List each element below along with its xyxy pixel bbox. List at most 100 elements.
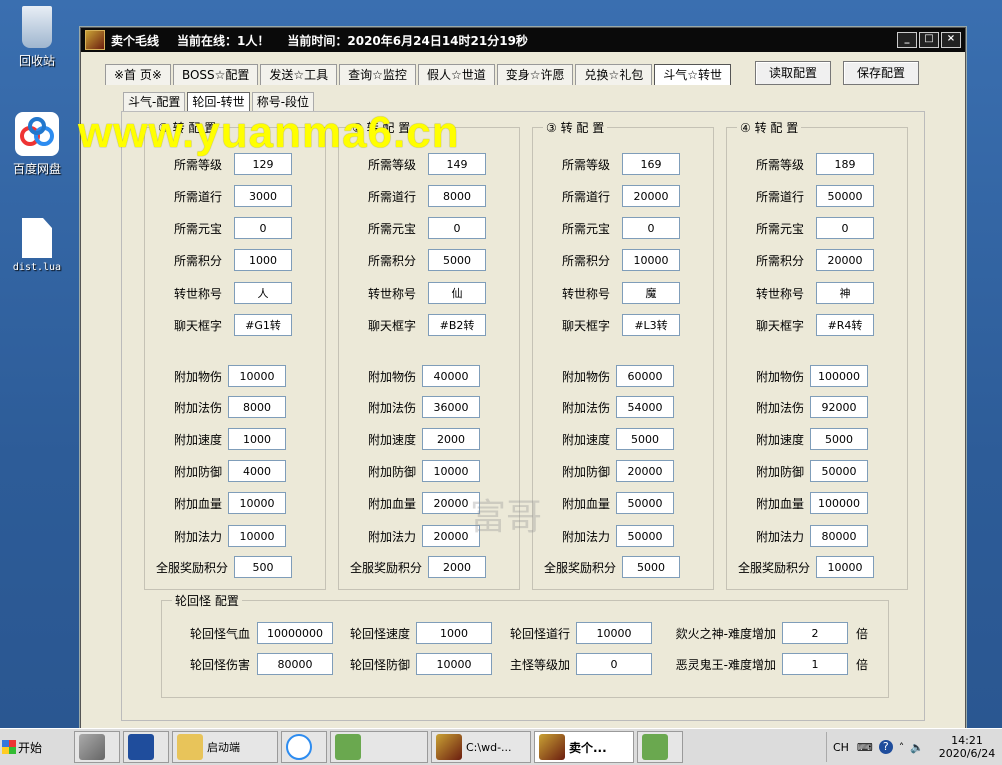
level-input[interactable]: 169 <box>622 153 680 175</box>
speed-input[interactable]: 5000 <box>810 428 868 450</box>
server-input[interactable]: 2000 <box>428 556 486 578</box>
mp-input[interactable]: 10000 <box>228 525 286 547</box>
mp-input[interactable]: 80000 <box>810 525 868 547</box>
tab-send-tools[interactable]: 发送☆工具 <box>260 64 338 85</box>
hp-input[interactable]: 50000 <box>616 492 674 514</box>
system-tray: CH ⌨ ? ˄ 🔈 14:21 2020/6/24 <box>825 732 1002 762</box>
score-input[interactable]: 5000 <box>428 249 486 271</box>
fire-god-difficulty-input[interactable]: 2 <box>782 622 848 644</box>
def-input[interactable]: 4000 <box>228 460 286 482</box>
yuanbao-input[interactable]: 0 <box>816 217 874 239</box>
title-input[interactable]: 仙 <box>428 282 486 304</box>
desktop-icon-dist-lua[interactable]: dist.lua <box>2 218 72 273</box>
def-input[interactable]: 50000 <box>810 460 868 482</box>
monster-hp-label: 轮回怪气血 <box>189 626 250 641</box>
read-config-button[interactable]: 读取配置 <box>755 61 831 85</box>
dao-input[interactable]: 8000 <box>428 185 486 207</box>
keyboard-icon[interactable]: ⌨ <box>857 741 873 754</box>
mag-label: 附加法伤 <box>367 400 416 415</box>
taskbar-server-manager[interactable] <box>74 731 120 763</box>
chat-input[interactable]: #G1转 <box>234 314 292 336</box>
mag-input[interactable]: 92000 <box>810 396 868 418</box>
title-bar[interactable]: 卖个毛线 当前在线：1人！ 当前时间：2020年6月24日14时21分19秒 _… <box>81 28 965 52</box>
monster-hp-input[interactable]: 10000000 <box>257 622 333 644</box>
dao-input[interactable]: 50000 <box>816 185 874 207</box>
phy-input[interactable]: 40000 <box>422 365 480 387</box>
yuanbao-input[interactable]: 0 <box>234 217 292 239</box>
taskbar-item-label: 启动端 <box>207 741 240 754</box>
server-input[interactable]: 10000 <box>816 556 874 578</box>
speed-label: 附加速度 <box>755 432 804 447</box>
expand-tray-icon[interactable]: ˄ <box>899 741 905 754</box>
clock[interactable]: 14:21 2020/6/24 <box>932 734 1002 760</box>
title-input[interactable]: 人 <box>234 282 292 304</box>
phy-input[interactable]: 10000 <box>228 365 286 387</box>
score-input[interactable]: 10000 <box>622 249 680 271</box>
def-input[interactable]: 20000 <box>616 460 674 482</box>
yuanbao-input[interactable]: 0 <box>428 217 486 239</box>
main-monster-level-input[interactable]: 0 <box>576 653 652 675</box>
taskbar-easy-lang[interactable] <box>330 731 428 763</box>
save-config-button[interactable]: 保存配置 <box>843 61 919 85</box>
monster-config-group: 轮回怪 配置 轮回怪气血 10000000 轮回怪速度 1000 轮回怪道行 1… <box>161 592 889 698</box>
tab-boss[interactable]: BOSS☆配置 <box>172 64 259 85</box>
tab-bot-world[interactable]: 假人☆世道 <box>417 64 495 85</box>
language-indicator[interactable]: CH <box>833 741 849 754</box>
group-title: ③ 转 配 置 <box>543 119 608 136</box>
mag-input[interactable]: 36000 <box>422 396 480 418</box>
chat-input[interactable]: #B2转 <box>428 314 486 336</box>
volume-icon[interactable]: 🔈 <box>910 741 924 754</box>
taskbar-active-window[interactable]: 卖个... <box>534 731 634 763</box>
score-input[interactable]: 1000 <box>234 249 292 271</box>
speed-input[interactable]: 5000 <box>616 428 674 450</box>
title-input[interactable]: 神 <box>816 282 874 304</box>
mag-input[interactable]: 8000 <box>228 396 286 418</box>
def-label: 附加防御 <box>173 464 222 479</box>
tab-exchange-gift[interactable]: 兑换☆礼包 <box>575 64 653 85</box>
tab-qi-rebirth[interactable]: 斗气☆转世 <box>654 64 731 85</box>
mag-input[interactable]: 54000 <box>616 396 674 418</box>
level-input[interactable]: 189 <box>816 153 874 175</box>
phy-input[interactable]: 60000 <box>616 365 674 387</box>
chat-input[interactable]: #R4转 <box>816 314 874 336</box>
server-input[interactable]: 5000 <box>622 556 680 578</box>
phy-input[interactable]: 100000 <box>810 365 868 387</box>
taskbar-powershell[interactable] <box>123 731 169 763</box>
mp-input[interactable]: 50000 <box>616 525 674 547</box>
monster-dao-input[interactable]: 10000 <box>576 622 652 644</box>
speed-input[interactable]: 1000 <box>228 428 286 450</box>
hp-input[interactable]: 100000 <box>810 492 868 514</box>
mag-label: 附加法伤 <box>755 400 804 415</box>
app-icon <box>85 30 105 50</box>
def-input[interactable]: 10000 <box>422 460 480 482</box>
monster-damage-input[interactable]: 80000 <box>257 653 333 675</box>
desktop-icon-recycle-bin[interactable]: 回收站 <box>2 6 72 69</box>
taskbar-baidu[interactable] <box>281 731 327 763</box>
tab-home[interactable]: ※首 页※ <box>105 64 171 85</box>
maximize-button[interactable]: □ <box>919 32 939 48</box>
taskbar-console[interactable]: C:\wd-... <box>431 731 531 763</box>
title-input[interactable]: 魔 <box>622 282 680 304</box>
dao-input[interactable]: 3000 <box>234 185 292 207</box>
desktop-icon-baidu-netdisk[interactable]: 百度网盘 <box>2 112 72 177</box>
monster-defense-input[interactable]: 10000 <box>416 653 492 675</box>
score-input[interactable]: 20000 <box>816 249 874 271</box>
taskbar-easy-lang-2[interactable] <box>637 731 683 763</box>
score-label: 所需积分 <box>561 253 610 268</box>
minimize-button[interactable]: _ <box>897 32 917 48</box>
tab-query-monitor[interactable]: 查询☆监控 <box>339 64 416 85</box>
dao-input[interactable]: 20000 <box>622 185 680 207</box>
taskbar-startup-folder[interactable]: 启动端 <box>172 731 278 763</box>
chat-input[interactable]: #L3转 <box>622 314 680 336</box>
yuanbao-input[interactable]: 0 <box>622 217 680 239</box>
server-input[interactable]: 500 <box>234 556 292 578</box>
monster-speed-input[interactable]: 1000 <box>416 622 492 644</box>
start-button[interactable]: 开始 <box>0 732 54 762</box>
ghost-king-difficulty-input[interactable]: 1 <box>782 653 848 675</box>
help-icon[interactable]: ? <box>878 740 893 754</box>
speed-input[interactable]: 2000 <box>422 428 480 450</box>
close-button[interactable]: × <box>941 32 961 48</box>
hp-input[interactable]: 10000 <box>228 492 286 514</box>
monster-damage-label: 轮回怪伤害 <box>189 657 250 672</box>
tab-transform-wish[interactable]: 变身☆许愿 <box>496 64 574 85</box>
